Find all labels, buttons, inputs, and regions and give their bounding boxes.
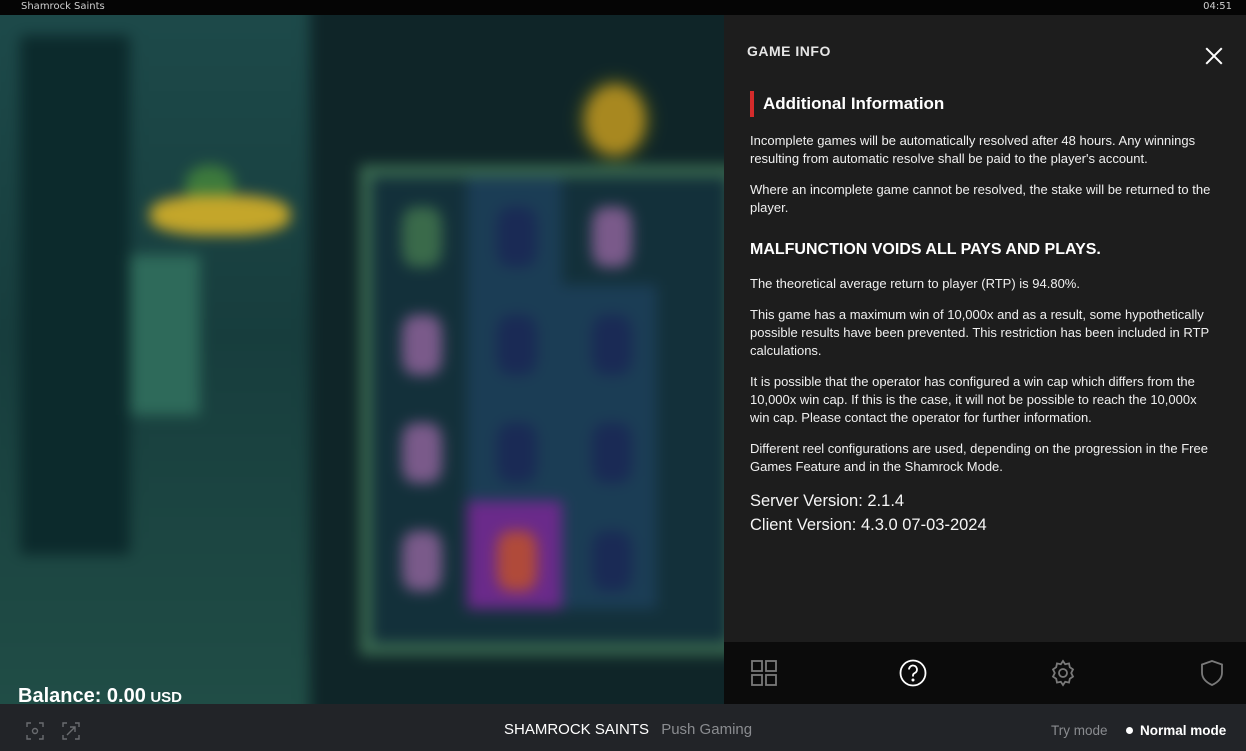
window-title: Shamrock Saints bbox=[21, 1, 105, 12]
clock: 04:51 bbox=[1203, 1, 1232, 12]
game-info-panel: GAME INFO Additional Information Incompl… bbox=[724, 15, 1246, 642]
game-canvas: Balance: 0.00 USD bbox=[0, 15, 724, 704]
info-paragraph: The theoretical average return to player… bbox=[750, 276, 1080, 291]
studio-name: Push Gaming bbox=[661, 721, 753, 738]
info-paragraph: Different reel configurations are used, … bbox=[750, 441, 1208, 474]
info-paragraph: This game has a maximum win of 10,000x a… bbox=[750, 307, 1209, 358]
help-icon[interactable] bbox=[898, 658, 928, 688]
close-icon[interactable] bbox=[1203, 45, 1225, 67]
normal-mode-label: Normal mode bbox=[1140, 723, 1227, 738]
panel-footer bbox=[724, 642, 1246, 704]
try-mode-button[interactable]: Try mode bbox=[1051, 723, 1108, 738]
balance-currency: USD bbox=[150, 689, 182, 704]
server-version: Server Version: 2.1.4 bbox=[750, 492, 905, 510]
screenshot-icon[interactable] bbox=[61, 721, 81, 741]
malfunction-heading: MALFUNCTION VOIDS ALL PAYS AND PLAYS. bbox=[750, 241, 1101, 258]
balance-amount: Balance: 0.00 bbox=[18, 685, 146, 704]
info-paragraph: Incomplete games will be automatically r… bbox=[750, 133, 1196, 166]
info-paragraph: Where an incomplete game cannot be resol… bbox=[750, 182, 1211, 215]
normal-mode-button[interactable]: Normal mode bbox=[1126, 723, 1226, 738]
game-background bbox=[0, 15, 724, 704]
game-name-label: SHAMROCK SAINTS Push Gaming bbox=[504, 721, 752, 738]
selected-dot-icon bbox=[1126, 727, 1133, 734]
grid-icon[interactable] bbox=[749, 658, 779, 688]
balance-display: Balance: 0.00 USD bbox=[18, 685, 182, 704]
info-content: Incomplete games will be automatically r… bbox=[750, 132, 1216, 537]
bottom-bar: SHAMROCK SAINTS Push Gaming Try mode Nor… bbox=[0, 704, 1246, 751]
section-title: Additional Information bbox=[750, 91, 944, 117]
game-title: SHAMROCK SAINTS bbox=[504, 721, 650, 738]
focus-icon[interactable] bbox=[25, 721, 45, 741]
window-titlebar: Shamrock Saints 04:51 bbox=[0, 0, 1246, 15]
settings-icon[interactable] bbox=[1048, 658, 1078, 688]
client-version: Client Version: 4.3.0 07-03-2024 bbox=[750, 516, 987, 534]
shield-icon[interactable] bbox=[1197, 658, 1227, 688]
panel-title: GAME INFO bbox=[747, 43, 831, 59]
info-paragraph: It is possible that the operator has con… bbox=[750, 374, 1197, 425]
